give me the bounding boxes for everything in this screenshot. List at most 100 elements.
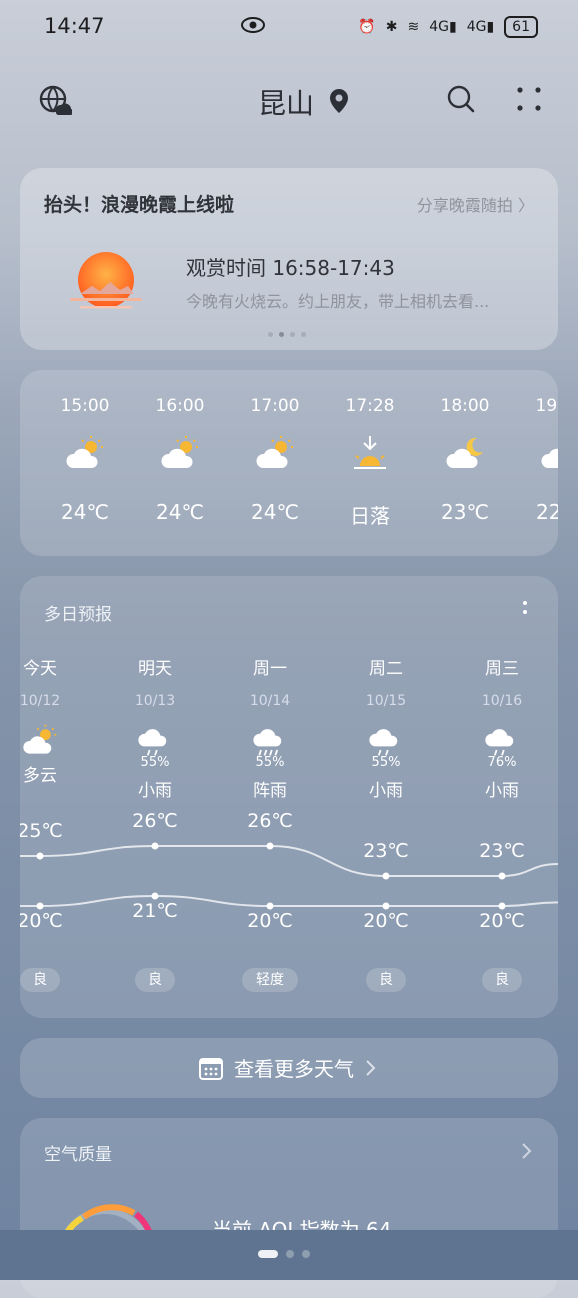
day-name: 周二 — [369, 659, 403, 679]
day-weather-desc: 阵雨 — [253, 781, 287, 801]
hour-temp: 日落 — [350, 504, 390, 528]
aqi-badge: 良 — [366, 968, 406, 992]
high-temp-point — [382, 872, 390, 880]
shower-icon — [253, 729, 282, 756]
bluetooth-icon: ✱ — [385, 19, 398, 35]
rain-icon — [138, 729, 167, 756]
day-date: 10/14 — [249, 693, 291, 709]
day-date: 10/12 — [20, 693, 61, 709]
sunset-icon — [354, 436, 386, 469]
day-weather-desc: 小雨 — [485, 781, 519, 801]
clock: 14:47 — [44, 14, 105, 38]
low-temp-point — [498, 902, 506, 910]
partly-cloudy-night-icon — [446, 437, 483, 468]
rain-icon — [485, 729, 514, 756]
status-icons: ⏰ ✱ ≋ 4G▮ 4G▮ 61 — [358, 16, 538, 38]
eye-icon — [241, 17, 265, 33]
high-temp-label: 23℃ — [479, 840, 525, 862]
hourly-item: 19:00 22℃ — [515, 396, 558, 524]
low-temp-label: 20℃ — [20, 910, 63, 932]
low-temp-label: 21℃ — [132, 900, 178, 922]
day-name: 周三 — [485, 659, 519, 679]
page-indicator — [258, 1250, 310, 1258]
high-temp-point — [266, 842, 274, 850]
high-temp-point — [498, 872, 506, 880]
daily-forecast-title: 多日预报 — [44, 605, 112, 625]
air-quality-title: 空气质量 — [44, 1145, 112, 1165]
partly-cloudy-night-icon — [541, 448, 558, 468]
low-temp-label: 20℃ — [247, 910, 293, 932]
hour-temp: 23℃ — [441, 500, 489, 524]
rain-icon — [369, 729, 398, 756]
location-pin-icon — [330, 89, 348, 113]
low-temp-point — [382, 902, 390, 910]
rain-probability: 55% — [255, 755, 285, 770]
daily-item: 今天 10/12 多云 — [20, 654, 80, 786]
daily-forecast-card[interactable]: 多日预报 今天 10/12 多云 明天 10/13 55% 小雨 周一 10/14 55% 阵雨 周二… — [20, 576, 558, 1018]
high-temp-point — [36, 852, 44, 860]
daily-item: 周三 10/16 76% 小雨 — [462, 654, 542, 801]
hour-temp: 24℃ — [156, 500, 204, 524]
hour-time: 18:00 — [440, 396, 490, 416]
partly-cloudy-day-icon — [161, 436, 198, 468]
hour-time: 16:00 — [155, 396, 205, 416]
day-date: 10/16 — [481, 693, 523, 709]
partly-cloudy-day-icon — [66, 436, 103, 468]
sunset-glow-icon — [70, 252, 142, 309]
day-date: 10/13 — [134, 693, 176, 709]
day-date: 10/15 — [365, 693, 407, 709]
rain-probability: 55% — [371, 755, 401, 770]
aqi-badge: 良 — [20, 968, 60, 992]
more-vertical-icon[interactable] — [522, 600, 528, 620]
more-weather-button[interactable]: 查看更多天气 — [20, 1038, 558, 1098]
high-temp-label: 26℃ — [132, 810, 178, 832]
daily-item: 周一 10/14 55% 阵雨 — [230, 654, 310, 801]
hour-time: 17:00 — [250, 396, 300, 416]
search-icon[interactable] — [446, 84, 476, 114]
share-sunset-link[interactable]: 分享晚霞随拍 〉 — [417, 192, 534, 216]
day-name: 周一 — [253, 659, 287, 679]
city-manage-icon[interactable] — [38, 84, 72, 118]
aqi-badge: 良 — [135, 968, 175, 992]
battery-icon: 61 — [504, 16, 538, 38]
partly-cloudy-day-icon — [256, 436, 293, 468]
hourly-item: 16:00 24℃ — [135, 396, 225, 524]
more-options-icon[interactable] — [514, 84, 544, 114]
partly-cloudy-day-icon — [23, 724, 57, 754]
hour-time: 19:00 — [535, 396, 559, 416]
chevron-right-icon — [522, 1143, 532, 1159]
aqi-badge: 轻度 — [242, 968, 298, 992]
day-name: 今天 — [23, 659, 57, 679]
bottom-nav-bar — [0, 1230, 578, 1280]
top-bar: 昆山 — [0, 78, 578, 124]
hourly-forecast-card[interactable]: 15:00 24℃ 16:00 24℃ 17:00 24℃ 17:28 日落 18:00 23℃ 1… — [20, 370, 558, 556]
hour-time: 17:28 — [345, 396, 395, 416]
high-temp-label: 25℃ — [20, 820, 63, 842]
hourly-item: 17:28 日落 — [325, 396, 415, 529]
hour-temp: 22℃ — [536, 500, 558, 524]
hourly-item: 18:00 23℃ — [420, 396, 510, 524]
hour-temp: 24℃ — [61, 500, 109, 524]
daily-item: 周二 10/15 55% 小雨 — [346, 654, 426, 801]
carousel-dots — [268, 332, 306, 337]
low-temp-line — [20, 894, 558, 907]
chevron-right-icon — [366, 1059, 376, 1076]
low-temp-label: 20℃ — [363, 910, 409, 932]
viewing-time: 观赏时间 16:58-17:43 — [186, 256, 395, 280]
signal-1-icon: 4G▮ — [429, 19, 457, 35]
sunset-card[interactable]: 抬头！浪漫晚霞上线啦 分享晚霞随拍 〉 观赏时间 16:58-17:43 今晚有… — [20, 168, 558, 350]
hourly-item: 17:00 24℃ — [230, 396, 320, 524]
aqi-badge: 良 — [482, 968, 522, 992]
hour-time: 15:00 — [60, 396, 110, 416]
more-weather-label: 查看更多天气 — [234, 1057, 354, 1081]
alarm-icon: ⏰ — [358, 19, 376, 35]
hourly-item: 15:00 24℃ — [40, 396, 130, 524]
sunset-title: 抬头！浪漫晚霞上线啦 — [44, 194, 235, 216]
high-temp-point — [151, 842, 159, 850]
low-temp-point — [36, 902, 44, 910]
low-temp-label: 20℃ — [479, 910, 525, 932]
high-temp-label: 23℃ — [363, 840, 409, 862]
day-weather-desc: 小雨 — [138, 781, 172, 801]
city-name[interactable]: 昆山 — [258, 82, 314, 122]
wifi-icon: ≋ — [407, 19, 420, 35]
